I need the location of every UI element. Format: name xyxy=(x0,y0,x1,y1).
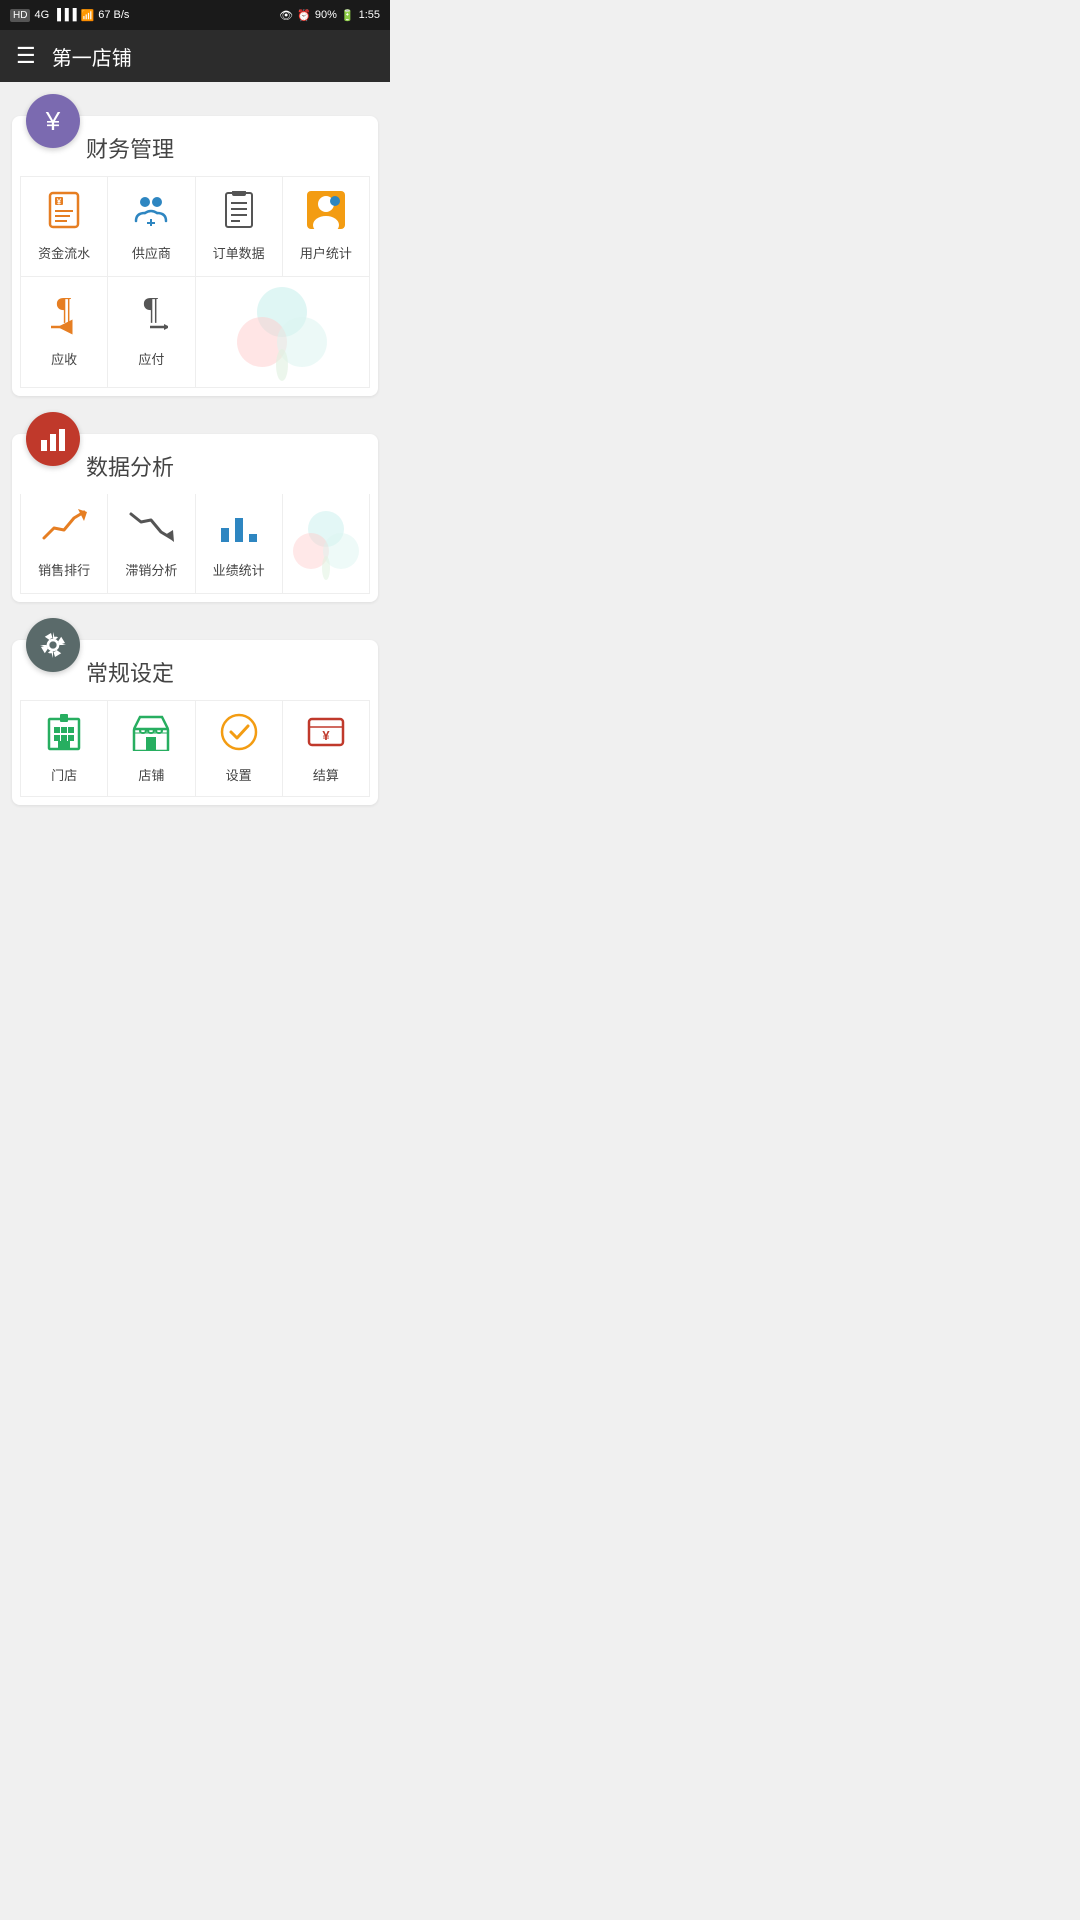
payable-label: 应付 xyxy=(138,349,164,368)
settings-item-confirm[interactable]: 设置 xyxy=(196,701,283,797)
finance-item-receivable[interactable]: ¶ 应收 xyxy=(21,277,108,388)
eye-icon: 👁 xyxy=(279,9,293,22)
sales-icon xyxy=(40,508,88,552)
analysis-clover-decoration xyxy=(283,494,370,594)
settings-section: 常规设定 门店 xyxy=(12,640,378,805)
store-icon xyxy=(47,713,81,757)
receivable-label: 应收 xyxy=(51,349,77,368)
analysis-badge xyxy=(26,412,80,466)
finance-item-supplier[interactable]: 供应商 xyxy=(108,177,195,277)
speed-label: 67 B/s xyxy=(98,9,129,21)
bars-icon: ▐▐▐ xyxy=(53,9,76,21)
sales-label: 销售排行 xyxy=(38,560,90,579)
analysis-item-performance[interactable]: 业绩统计 xyxy=(196,494,283,594)
shop-label: 店铺 xyxy=(138,765,164,784)
analysis-item-sales[interactable]: 销售排行 xyxy=(21,494,108,594)
signal-icon: 4G xyxy=(34,9,49,21)
supplier-icon xyxy=(132,191,170,235)
finance-section: ¥ 财务管理 ¥ 资金流水 xyxy=(12,116,378,396)
finance-item-users[interactable]: 用户统计 xyxy=(283,177,370,277)
finance-grid-row1: ¥ 资金流水 xyxy=(20,176,370,277)
confirm-label: 设置 xyxy=(226,765,252,784)
battery-icon: 🔋 xyxy=(341,9,355,22)
menu-button[interactable]: ☰ xyxy=(16,43,36,69)
settings-badge xyxy=(26,618,80,672)
users-label: 用户统计 xyxy=(300,243,352,262)
settings-item-settlement[interactable]: ¥ 结算 xyxy=(283,701,370,797)
analysis-section: 数据分析 销售排行 滞 xyxy=(12,434,378,602)
supplier-label: 供应商 xyxy=(132,243,171,262)
header: ☰ 第一店铺 xyxy=(0,30,390,82)
finance-grid-row2: ¶ 应收 ¶ xyxy=(20,277,370,388)
finance-item-orders[interactable]: 订单数据 xyxy=(196,177,283,277)
settings-title: 常规设定 xyxy=(86,656,370,688)
slow-icon xyxy=(127,508,175,552)
analysis-item-slow[interactable]: 滞销分析 xyxy=(108,494,195,594)
time-label: 1:55 xyxy=(359,9,380,21)
finance-clover-decoration xyxy=(196,277,371,388)
payable-icon: ¶ xyxy=(134,297,168,341)
svg-text:¶: ¶ xyxy=(57,297,72,326)
svg-text:¥: ¥ xyxy=(322,728,330,743)
performance-label: 业绩统计 xyxy=(213,560,265,579)
finance-item-payable[interactable]: ¶ 应付 xyxy=(108,277,195,388)
header-title: 第一店铺 xyxy=(52,42,132,71)
status-bar: HD 4G ▐▐▐ 📶 67 B/s 👁 ⏰ 90% 🔋 1:55 xyxy=(0,0,390,30)
cashflow-icon: ¥ xyxy=(46,191,82,235)
hd-label: HD xyxy=(10,9,30,22)
analysis-title: 数据分析 xyxy=(86,450,370,482)
receivable-icon: ¶ xyxy=(47,297,81,341)
orders-label: 订单数据 xyxy=(213,243,265,262)
analysis-grid: 销售排行 滞销分析 xyxy=(20,494,370,594)
settings-item-shop[interactable]: 店铺 xyxy=(108,701,195,797)
svg-text:¥: ¥ xyxy=(57,198,62,207)
finance-item-cashflow[interactable]: ¥ 资金流水 xyxy=(21,177,108,277)
cashflow-label: 资金流水 xyxy=(38,243,90,262)
finance-badge-icon: ¥ xyxy=(46,106,60,137)
users-icon xyxy=(307,191,345,235)
status-right: 👁 ⏰ 90% 🔋 1:55 xyxy=(279,9,380,22)
finance-title: 财务管理 xyxy=(86,132,370,164)
finance-badge: ¥ xyxy=(26,94,80,148)
settlement-icon: ¥ xyxy=(307,713,345,757)
wifi-icon: 📶 xyxy=(81,9,95,22)
battery-label: 90% xyxy=(315,9,337,21)
main-content: ¥ 财务管理 ¥ 资金流水 xyxy=(0,82,390,817)
svg-text:¶: ¶ xyxy=(144,297,159,326)
status-left: HD 4G ▐▐▐ 📶 67 B/s xyxy=(10,9,129,22)
alarm-icon: ⏰ xyxy=(297,9,311,22)
settlement-label: 结算 xyxy=(313,765,339,784)
store-label: 门店 xyxy=(51,765,77,784)
shop-icon xyxy=(132,713,170,757)
confirm-icon xyxy=(220,713,258,757)
slow-label: 滞销分析 xyxy=(125,560,177,579)
orders-icon xyxy=(222,191,256,235)
performance-icon xyxy=(217,508,261,552)
settings-item-store[interactable]: 门店 xyxy=(21,701,108,797)
settings-grid: 门店 店铺 xyxy=(20,700,370,797)
